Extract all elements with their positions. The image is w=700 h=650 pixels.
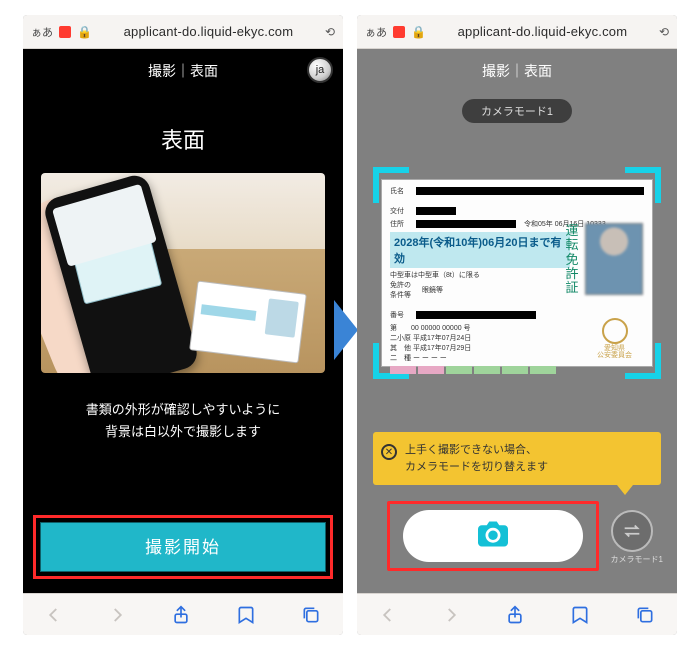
lock-icon: 🔒 (77, 25, 92, 39)
hint-line: 上手く撮影できない場合、 (405, 442, 649, 459)
safari-address-bar: ぁあ 🔒 applicant-do.liquid-ekyc.com ⟲ (357, 15, 677, 49)
back-icon[interactable] (45, 606, 63, 624)
desk-card-illustration (189, 281, 307, 364)
redacted-bar (416, 207, 456, 215)
phone-left-screen: ぁあ 🔒 applicant-do.liquid-ekyc.com ⟲ 撮影｜表… (23, 15, 343, 635)
id-glasses: 眼鏡等 (422, 285, 443, 295)
text-size-control[interactable]: ぁあ (365, 24, 387, 40)
flow-arrow-icon (334, 300, 358, 360)
start-button-highlight: 撮影開始 (33, 515, 333, 579)
id-addr-label: 住所 (390, 219, 412, 229)
bookmarks-icon[interactable] (570, 605, 590, 625)
mode-switch-label: カメラモード1 (611, 554, 663, 565)
id-seal: 愛知県 公安委員会 (597, 318, 632, 360)
id-num-value: 第 00 00000 00000 号 (390, 323, 560, 333)
capture-button-highlight (387, 501, 599, 571)
id-line: 二 種 ー ー ー ー (390, 353, 560, 363)
page-content-left: 撮影｜表面 ja 表面 書類の外形が確認しやすいように 背景は白以外で撮影します… (23, 49, 343, 593)
share-icon[interactable] (171, 605, 191, 625)
page-content-right: 撮影｜表面 カメラモード1 氏名 交付 住所 令和05年 06月16日 1033… (357, 49, 677, 593)
redacted-bar (416, 187, 644, 195)
id-line: 其 他 平成17年07月29日 (390, 343, 560, 353)
recording-indicator-icon (393, 26, 405, 38)
id-condition: 中型車は中型車（8t）に限る (390, 270, 560, 280)
reload-icon[interactable]: ⟲ (325, 25, 335, 39)
phone-right-screen: ぁあ 🔒 applicant-do.liquid-ekyc.com ⟲ 撮影｜表… (357, 15, 677, 635)
page-header-title: 撮影｜表面 (148, 61, 218, 81)
camera-mode-pill[interactable]: カメラモード1 (462, 99, 572, 123)
id-category-bars (390, 366, 560, 374)
language-badge[interactable]: ja (307, 57, 333, 83)
redacted-bar (416, 311, 536, 319)
instruction-line: 背景は白以外で撮影します (33, 421, 333, 443)
address-url[interactable]: applicant-do.liquid-ekyc.com (98, 24, 319, 39)
id-doc-title: 運転免許証 (564, 224, 580, 295)
recording-indicator-icon (59, 26, 71, 38)
lock-icon: 🔒 (411, 25, 426, 39)
capture-viewport: 氏名 交付 住所 令和05年 06月16日 10333 2028年(令和10年)… (379, 173, 655, 373)
page-header-title: 撮影｜表面 (482, 61, 552, 81)
safari-toolbar (357, 593, 677, 635)
bookmarks-icon[interactable] (236, 605, 256, 625)
text-size-control[interactable]: ぁあ (31, 24, 53, 40)
redacted-bar (416, 220, 516, 228)
hint-line: カメラモードを切り替えます (405, 459, 649, 476)
safari-toolbar (23, 593, 343, 635)
camera-mode-switch[interactable]: カメラモード1 (611, 510, 663, 565)
id-name-label: 氏名 (390, 186, 412, 196)
id-seal-line: 公安委員会 (597, 352, 632, 360)
instruction-line: 書類の外形が確認しやすいように (33, 399, 333, 421)
reload-icon[interactable]: ⟲ (659, 25, 669, 39)
id-photo (586, 224, 642, 294)
page-header: 撮影｜表面 (357, 49, 677, 93)
tabs-icon[interactable] (635, 605, 655, 625)
hint-banner: ✕ 上手く撮影できない場合、 カメラモードを切り替えます (373, 432, 661, 485)
forward-icon[interactable] (108, 606, 126, 624)
swap-icon (611, 510, 653, 552)
safari-address-bar: ぁあ 🔒 applicant-do.liquid-ekyc.com ⟲ (23, 15, 343, 49)
instruction-illustration (41, 173, 325, 373)
share-icon[interactable] (505, 605, 525, 625)
id-mark-label: 交付 (390, 206, 412, 216)
id-expiry: 2028年(令和10年)06月20日まで有効 (390, 232, 570, 268)
id-num-label: 番号 (390, 310, 412, 320)
phone-card-preview (72, 235, 162, 305)
instruction-text: 書類の外形が確認しやすいように 背景は白以外で撮影します (33, 399, 333, 443)
address-url[interactable]: applicant-do.liquid-ekyc.com (432, 24, 653, 39)
id-line: 二小原 平成17年07月24日 (390, 333, 560, 343)
tabs-icon[interactable] (301, 605, 321, 625)
main-title: 表面 (23, 123, 343, 155)
capture-button[interactable] (403, 510, 583, 562)
drivers-license-card: 氏名 交付 住所 令和05年 06月16日 10333 2028年(令和10年)… (381, 179, 653, 367)
id-cond-label: 免許の 条件等 (390, 280, 418, 300)
camera-icon (478, 521, 508, 552)
start-capture-button[interactable]: 撮影開始 (40, 522, 326, 572)
forward-icon[interactable] (442, 606, 460, 624)
back-icon[interactable] (379, 606, 397, 624)
close-hint-icon[interactable]: ✕ (381, 444, 397, 460)
page-header: 撮影｜表面 ja (23, 49, 343, 93)
